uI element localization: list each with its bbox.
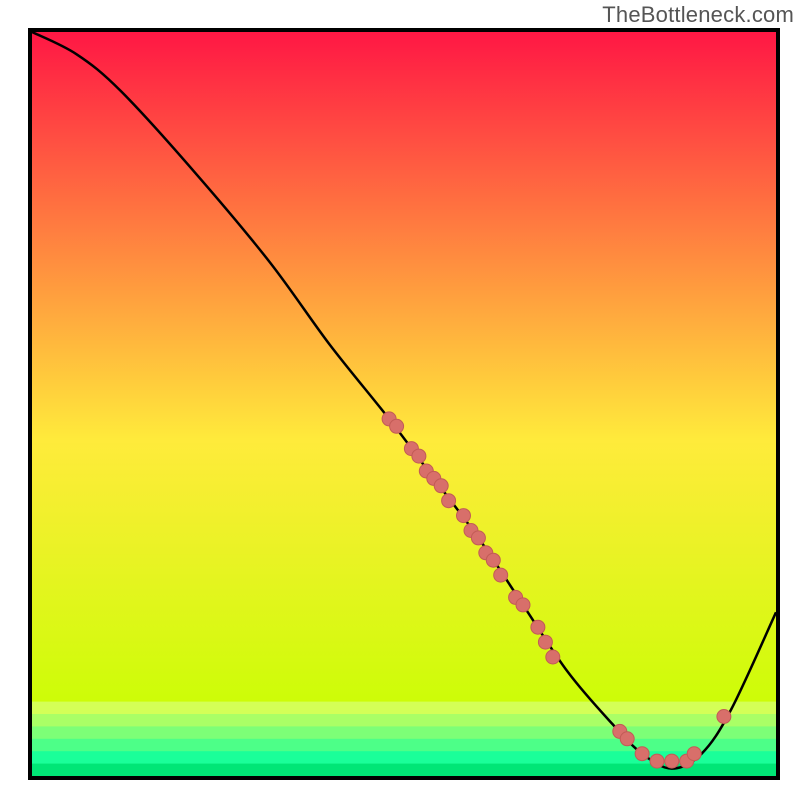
- data-point: [665, 754, 679, 768]
- data-point: [687, 747, 701, 761]
- gradient-band: [32, 764, 776, 776]
- plot-frame: [28, 28, 780, 780]
- data-point: [494, 568, 508, 582]
- gradient-band: [32, 726, 776, 739]
- chart-container: TheBottleneck.com: [0, 0, 800, 800]
- data-point: [516, 598, 530, 612]
- data-point: [471, 531, 485, 545]
- gradient-background: [32, 32, 776, 776]
- gradient-band: [32, 714, 776, 727]
- gradient-band: [32, 751, 776, 764]
- bottom-bands: [32, 702, 776, 776]
- watermark-text: TheBottleneck.com: [602, 2, 794, 28]
- data-point: [717, 710, 731, 724]
- data-point: [434, 479, 448, 493]
- data-point: [650, 754, 664, 768]
- data-point: [620, 732, 634, 746]
- data-point: [390, 419, 404, 433]
- data-point: [457, 509, 471, 523]
- data-point: [538, 635, 552, 649]
- data-point: [635, 747, 649, 761]
- gradient-band: [32, 702, 776, 715]
- data-point: [442, 494, 456, 508]
- data-point: [531, 620, 545, 634]
- data-point: [486, 553, 500, 567]
- data-point: [546, 650, 560, 664]
- data-point: [412, 449, 426, 463]
- gradient-band: [32, 739, 776, 752]
- plot-svg: [32, 32, 776, 776]
